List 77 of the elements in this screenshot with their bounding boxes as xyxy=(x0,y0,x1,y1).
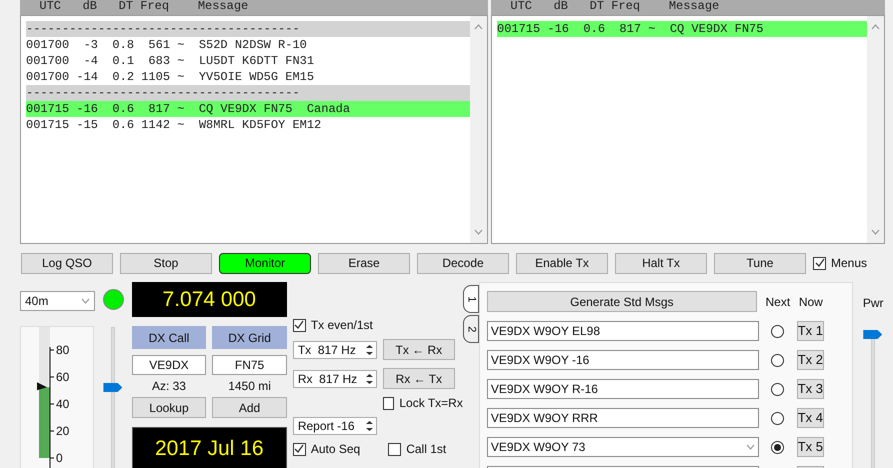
vertical-tab[interactable]: 2 xyxy=(462,315,479,343)
date-display: 2017 Jul 16 xyxy=(132,427,287,468)
checkbox-label: Call 1st xyxy=(406,441,446,458)
slider-thumb[interactable] xyxy=(103,383,122,392)
power-label: Pwr xyxy=(862,295,884,312)
distance-text: 1450 mi xyxy=(227,378,272,395)
checkbox-label: Auto Seq xyxy=(310,441,360,458)
vertical-tab[interactable]: 1 xyxy=(462,285,479,313)
toolbar-button[interactable]: Enable Tx xyxy=(516,252,608,274)
toolbar-button[interactable]: Stop xyxy=(120,252,212,274)
decode-row[interactable]: 001700 -4 0.1 683 ~ LU5DT K6DTT FN31 xyxy=(26,53,470,69)
dx-grid-label: DX Grid xyxy=(212,326,287,349)
tx-from-rx-button[interactable]: Tx ← Rx xyxy=(382,339,455,360)
spin-box[interactable]: Report -16 xyxy=(292,417,377,435)
toolbar-button[interactable]: Halt Tx xyxy=(615,252,707,274)
dropdown-caret-icon[interactable] xyxy=(81,298,90,304)
spin-box[interactable]: Rx 817 Hz xyxy=(292,370,377,388)
tx-button[interactable]: Tx 5 xyxy=(796,437,824,457)
rx-from-tx-button[interactable]: Rx ← Tx xyxy=(382,368,455,389)
generate-messages-button[interactable]: Generate Std Msgs xyxy=(486,291,757,312)
tx-button[interactable]: Tx 3 xyxy=(796,379,824,399)
radio-button[interactable] xyxy=(771,354,784,366)
checkbox[interactable] xyxy=(382,396,394,410)
toolbar-button[interactable]: Decode xyxy=(417,252,509,274)
checkbox[interactable] xyxy=(292,318,306,332)
tx-button[interactable]: Tx 2 xyxy=(796,350,824,370)
lookup-button[interactable]: Lookup xyxy=(132,397,206,418)
toolbar-button[interactable]: Tune xyxy=(714,252,806,274)
toolbar-button[interactable]: Log QSO xyxy=(21,252,113,274)
scrollbar[interactable] xyxy=(470,16,487,243)
checkbox[interactable] xyxy=(388,442,402,456)
dropdown-caret-icon[interactable] xyxy=(746,444,755,450)
azimuth-text: Az: 33 xyxy=(150,378,187,395)
checkbox[interactable] xyxy=(813,256,826,270)
decode-row[interactable]: 001700 -3 0.8 561 ~ S52D N2DSW R-10 xyxy=(26,37,470,53)
tx-button[interactable]: Tx 4 xyxy=(796,408,824,428)
radio-button[interactable] xyxy=(771,412,784,424)
scroll-down-icon[interactable] xyxy=(871,229,880,235)
next-header: Next xyxy=(764,294,792,310)
dx-grid-field[interactable]: FN75 xyxy=(212,355,287,375)
toolbar-button[interactable]: Monitor xyxy=(219,252,311,274)
scroll-up-icon[interactable] xyxy=(474,24,483,30)
slider-thumb[interactable] xyxy=(863,330,882,339)
message-dropdown[interactable]: VE9DX W9OY 73 xyxy=(486,437,759,457)
column-header: UTC dB DT Freq Message xyxy=(20,0,488,15)
scroll-up-icon[interactable] xyxy=(871,24,880,30)
signal-meter: 80 60 40 20 0 xyxy=(20,326,94,468)
slider[interactable] xyxy=(863,330,884,468)
message-field[interactable]: VE9DX W9OY EL98 xyxy=(486,321,759,341)
add-button[interactable]: Add xyxy=(212,397,287,418)
radio-button[interactable] xyxy=(771,324,784,338)
toolbar-button[interactable]: Erase xyxy=(318,252,410,274)
level-marker-icon xyxy=(37,382,47,390)
slider[interactable] xyxy=(103,327,124,468)
message-field[interactable]: VE9DX W9OY R-16 xyxy=(486,379,759,399)
checkbox[interactable] xyxy=(292,442,306,456)
decode-row[interactable]: 001715 -15 0.6 1142 ~ W8MRL KD5FOY EM12 xyxy=(26,117,470,133)
scrollbar[interactable] xyxy=(867,16,884,243)
checkbox-label: Lock Tx=Rx xyxy=(399,395,463,412)
checkbox-label: Tx even/1st xyxy=(310,317,373,334)
radio-button[interactable] xyxy=(771,440,784,454)
message-field[interactable]: VE9DX W9OY RRR xyxy=(486,408,759,428)
now-header: Now xyxy=(798,294,824,310)
radio-button[interactable] xyxy=(771,382,784,396)
frequency-display: 7.074 000 xyxy=(132,282,287,317)
checkbox-label: Menus xyxy=(831,255,868,272)
band-dropdown[interactable]: 40m xyxy=(20,291,96,311)
message-field[interactable]: VE9DX W9OY -16 xyxy=(486,350,759,370)
tx-button[interactable]: Tx 1 xyxy=(796,321,824,341)
decode-row[interactable]: 001715 -16 0.6 817 ~ CQ VE9DX FN75 Canada xyxy=(26,101,470,117)
dx-call-field[interactable]: VE9DX xyxy=(132,355,206,375)
scroll-down-icon[interactable] xyxy=(474,229,483,235)
decode-row[interactable]: 001700 -14 0.2 1105 ~ YV5OIE WD5G EM15 xyxy=(26,69,470,85)
dx-call-label: DX Call xyxy=(132,326,206,349)
decode-row[interactable]: 001715 -16 0.6 817 ~ CQ VE9DX FN75 xyxy=(497,21,867,37)
spin-box[interactable]: Tx 817 Hz xyxy=(292,340,377,358)
column-header: UTC dB DT Freq Message xyxy=(491,0,885,15)
